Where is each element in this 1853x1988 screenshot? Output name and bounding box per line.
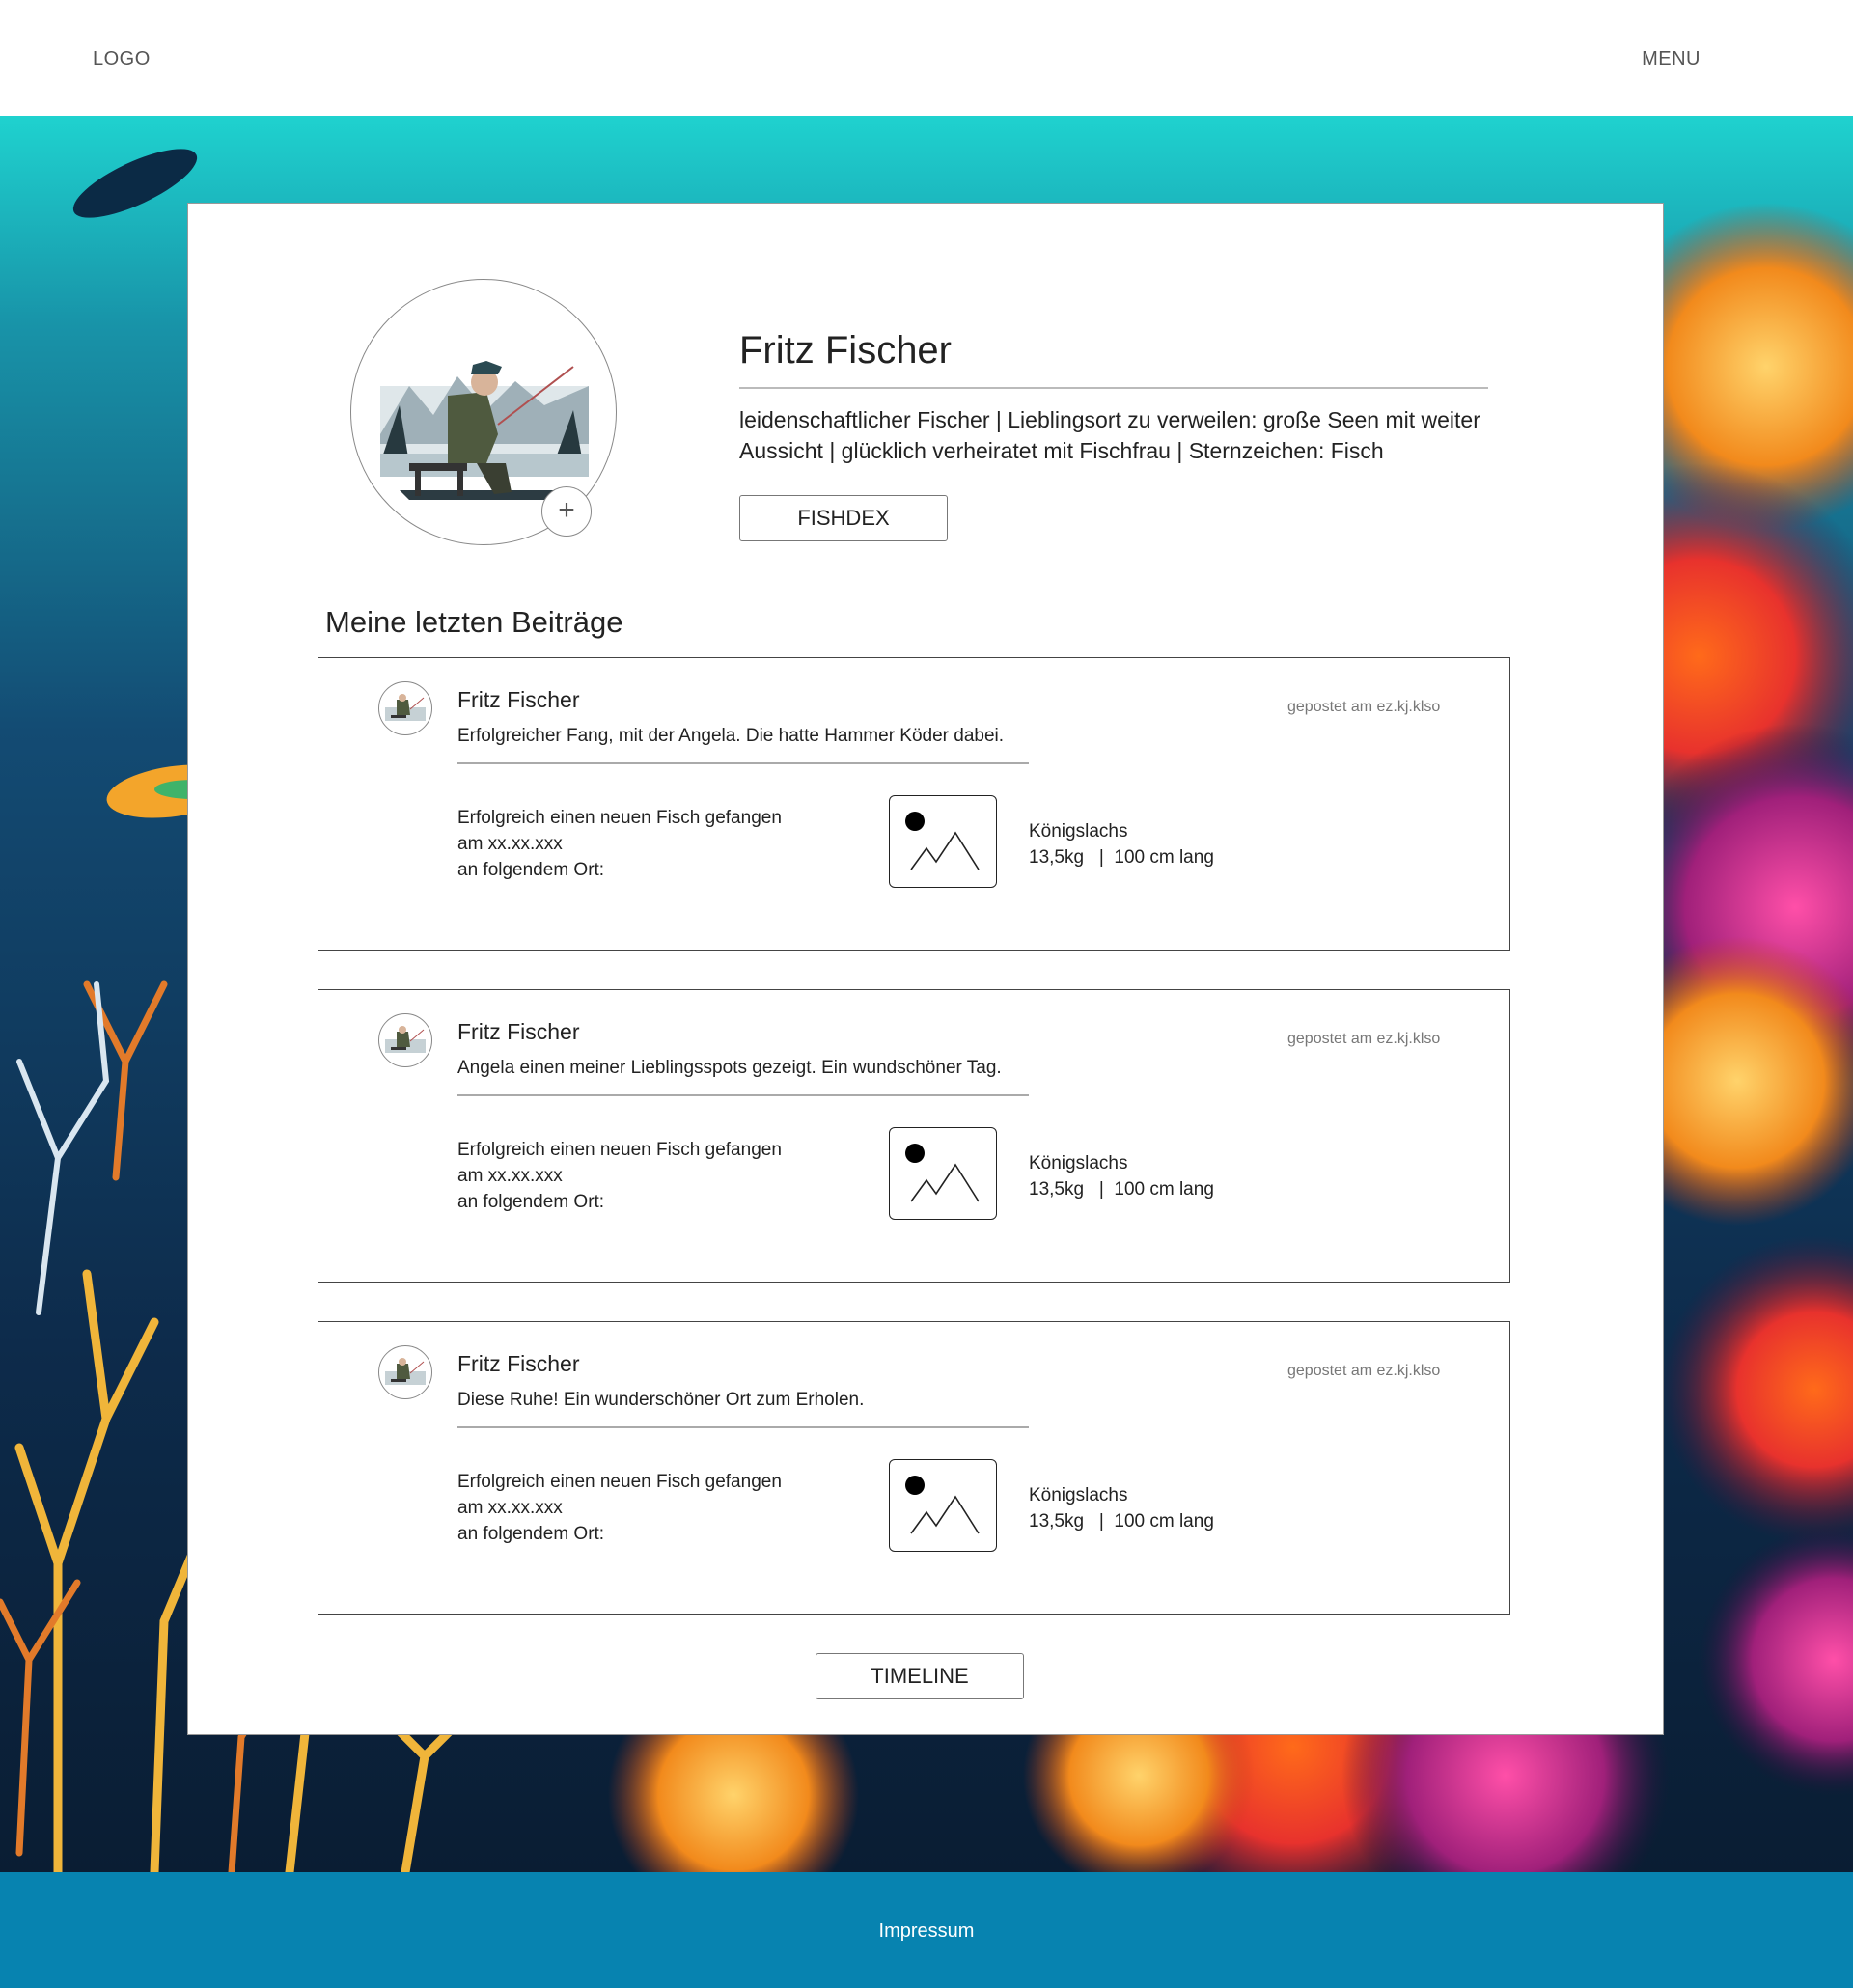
profile-bio: leidenschaftlicher Fischer | Lieblingsor… xyxy=(739,407,1480,463)
fishdex-button[interactable]: FISHDEX xyxy=(739,495,948,541)
logo[interactable]: LOGO xyxy=(93,48,151,70)
catch-location: an folgendem Ort: xyxy=(457,860,605,880)
post-text: Diese Ruhe! Ein wunderschöner Ort zum Er… xyxy=(457,1390,865,1410)
impressum-link[interactable]: Impressum xyxy=(0,1920,1853,1943)
fish-info: Königslachs 13,5kg | 100 cm lang xyxy=(1029,818,1214,870)
divider xyxy=(739,387,1488,389)
catch-description-line: Erfolgreich einen neuen Fisch gefangen xyxy=(457,1140,782,1160)
avatar[interactable] xyxy=(378,1013,432,1067)
image-placeholder-icon[interactable] xyxy=(889,1459,997,1552)
fish-stats: 13,5kg | 100 cm lang xyxy=(1029,847,1214,868)
post-card: Fritz Fischer Angela einen meiner Liebli… xyxy=(318,989,1510,1283)
post-date: gepostet am ez.kj.klso xyxy=(1287,699,1441,715)
catch-date: am xx.xx.xxx xyxy=(457,1498,563,1518)
top-navigation-bar: LOGO MENU xyxy=(0,0,1853,116)
post-text: Erfolgreicher Fang, mit der Angela. Die … xyxy=(457,726,1005,746)
post-card: Fritz Fischer Diese Ruhe! Ein wunderschö… xyxy=(318,1321,1510,1615)
fish-name: Königslachs xyxy=(1029,821,1128,842)
catch-description: Erfolgreich einen neuen Fisch gefangen a… xyxy=(457,1137,782,1215)
catch-location: an folgendem Ort: xyxy=(457,1524,605,1544)
image-placeholder-icon[interactable] xyxy=(889,795,997,888)
post-card: Fritz Fischer Erfolgreicher Fang, mit de… xyxy=(318,657,1510,951)
catch-description: Erfolgreich einen neuen Fisch gefangen a… xyxy=(457,805,782,883)
fisherman-icon xyxy=(385,1026,426,1053)
post-date: gepostet am ez.kj.klso xyxy=(1287,1363,1441,1379)
section-title: Meine letzten Beiträge xyxy=(325,605,623,639)
fish-stats: 13,5kg | 100 cm lang xyxy=(1029,1179,1214,1200)
fish-name: Königslachs xyxy=(1029,1153,1128,1173)
fisherman-icon xyxy=(385,1358,426,1385)
catch-location: an folgendem Ort: xyxy=(457,1192,605,1212)
post-text: Angela einen meiner Lieblingsspots gezei… xyxy=(457,1058,1002,1078)
catch-description: Erfolgreich einen neuen Fisch gefangen a… xyxy=(457,1469,782,1547)
catch-date: am xx.xx.xxx xyxy=(457,1166,563,1186)
fish-stats: 13,5kg | 100 cm lang xyxy=(1029,1511,1214,1532)
divider xyxy=(457,1426,1029,1428)
timeline-button[interactable]: TIMELINE xyxy=(816,1653,1024,1699)
add-photo-button[interactable]: + xyxy=(541,486,592,537)
plus-icon: + xyxy=(558,494,575,526)
avatar[interactable] xyxy=(378,681,432,735)
footer: Impressum xyxy=(0,1872,1853,1988)
divider xyxy=(457,762,1029,764)
post-date: gepostet am ez.kj.klso xyxy=(1287,1031,1441,1047)
fisherman-illustration xyxy=(380,361,589,500)
fish-info: Königslachs 13,5kg | 100 cm lang xyxy=(1029,1482,1214,1534)
post-author[interactable]: Fritz Fischer xyxy=(457,1351,580,1377)
catch-date: am xx.xx.xxx xyxy=(457,834,563,854)
divider xyxy=(457,1094,1029,1096)
fisherman-icon xyxy=(385,694,426,721)
menu-button[interactable]: MENU xyxy=(1642,48,1701,70)
fish-name: Königslachs xyxy=(1029,1485,1128,1505)
post-author[interactable]: Fritz Fischer xyxy=(457,1019,580,1045)
profile-card: + Fritz Fischer leidenschaftlicher Fisch… xyxy=(187,203,1664,1735)
profile-name: Fritz Fischer xyxy=(739,329,952,372)
post-author[interactable]: Fritz Fischer xyxy=(457,687,580,713)
avatar[interactable] xyxy=(378,1345,432,1399)
catch-description-line: Erfolgreich einen neuen Fisch gefangen xyxy=(457,808,782,828)
image-placeholder-icon[interactable] xyxy=(889,1127,997,1220)
fish-info: Königslachs 13,5kg | 100 cm lang xyxy=(1029,1150,1214,1202)
catch-description-line: Erfolgreich einen neuen Fisch gefangen xyxy=(457,1472,782,1492)
